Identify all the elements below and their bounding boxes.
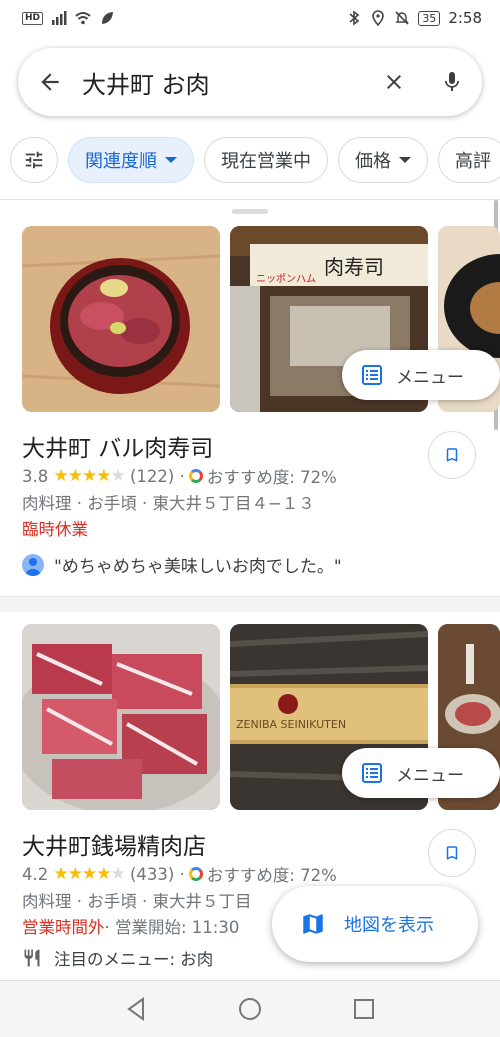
- nav-home-icon[interactable]: [238, 997, 262, 1021]
- shop-sign-text: ZENIBA SEINIKUTEN: [236, 718, 346, 731]
- recommend-score: おすすめ度: 72%: [206, 468, 337, 487]
- google-recommend-icon: [188, 867, 203, 881]
- photo-wagyu[interactable]: [22, 624, 220, 810]
- featured-menu-text: 注目のメニュー: お肉: [54, 950, 214, 969]
- hours-line: 営業時間外 · 営業開始: 11:30: [22, 914, 239, 938]
- close-icon: [387, 75, 401, 89]
- star-empty-icon: ★: [110, 466, 125, 486]
- wagyu-image: [22, 624, 220, 810]
- location-icon: [372, 10, 385, 26]
- voice-search-button[interactable]: [422, 69, 482, 95]
- bluetooth-icon: [349, 10, 360, 26]
- battery-indicator: 35: [418, 10, 441, 26]
- chip-top-rated[interactable]: 高評: [438, 137, 500, 183]
- rating-line: 4.2 ★★★★ ★ (433) · おすすめ度: 72%: [22, 864, 337, 885]
- star-icon: ★★★★: [53, 864, 112, 884]
- rating-line: 3.8 ★★★★ ★ (122) · おすすめ度: 72%: [22, 466, 337, 487]
- review-count: (122): [129, 466, 175, 486]
- status-text: 営業時間外: [22, 918, 105, 937]
- chip-label: 高評: [455, 151, 491, 172]
- mute-icon: [395, 11, 410, 25]
- rating-value: 4.2: [22, 864, 49, 884]
- show-map-label: 地図を表示: [344, 915, 434, 936]
- rating-value: 3.8: [22, 466, 49, 486]
- chip-relevance[interactable]: 関連度順: [68, 137, 194, 183]
- beef-bowl-image: [22, 226, 220, 412]
- save-button[interactable]: [428, 431, 476, 479]
- save-button[interactable]: [428, 829, 476, 877]
- results-separator: [0, 596, 500, 612]
- nav-back-icon[interactable]: [125, 997, 147, 1021]
- star-empty-icon: ★: [110, 864, 125, 884]
- bookmark-icon: [446, 448, 458, 462]
- store-sign-text: 肉寿司: [324, 255, 384, 279]
- details-line: 肉料理 · お手頃 · 東大井５丁目４−１３: [22, 494, 315, 513]
- menu-list-icon: [362, 763, 382, 783]
- photo-carousel[interactable]: ZENIBA SEINIKUTEN メニュー: [22, 624, 500, 810]
- wifi-icon: [75, 12, 91, 25]
- signal-icon: [52, 11, 67, 25]
- recommend-score: おすすめ度: 72%: [206, 866, 337, 885]
- featured-menu-line: 注目のメニュー: お肉: [22, 946, 213, 970]
- menu-label: メニュー: [396, 765, 464, 786]
- status-text: 臨時休業: [22, 520, 88, 539]
- bookmark-icon: [446, 846, 458, 860]
- show-map-button[interactable]: 地図を表示: [272, 886, 478, 962]
- menu-label: メニュー: [396, 367, 464, 388]
- chip-label: 価格: [355, 151, 391, 172]
- review-text: "めちゃめちゃ美味しいお肉でした。": [54, 557, 342, 577]
- nav-recents-icon[interactable]: [353, 998, 375, 1020]
- filter-chips: 関連度順 現在営業中 価格 高評: [10, 137, 500, 183]
- chevron-down-icon: [165, 157, 177, 163]
- search-bar[interactable]: 大井町 お肉: [18, 48, 482, 116]
- filter-settings-button[interactable]: [10, 137, 58, 183]
- review-snippet: "めちゃめちゃ美味しいお肉でした。": [22, 552, 342, 577]
- google-recommend-icon: [188, 469, 203, 483]
- menu-button[interactable]: メニュー: [342, 748, 500, 798]
- menu-list-icon: [362, 365, 382, 385]
- opening-time: · 営業開始: 11:30: [104, 918, 240, 937]
- leaf-icon: [102, 12, 114, 24]
- avatar: [22, 553, 44, 576]
- clear-button[interactable]: [366, 70, 422, 94]
- photo-carousel[interactable]: 肉寿司 ニッポンハム メニュー: [22, 226, 500, 412]
- place-name[interactable]: 大井町 バル肉寿司: [22, 429, 213, 463]
- star-icon: ★★★★: [53, 466, 112, 486]
- back-button[interactable]: [18, 69, 82, 95]
- place-name[interactable]: 大井町銭場精肉店: [22, 827, 206, 861]
- chip-label: 関連度順: [85, 151, 157, 172]
- drag-handle[interactable]: [232, 209, 268, 214]
- chip-label: 現在営業中: [221, 151, 311, 172]
- status-bar: HD 35 2:58: [0, 0, 500, 36]
- hd-indicator: HD: [22, 11, 44, 25]
- microphone-icon: [445, 72, 459, 91]
- chip-open-now[interactable]: 現在営業中: [204, 137, 328, 183]
- chip-price[interactable]: 価格: [338, 137, 428, 183]
- system-nav-bar: [0, 980, 500, 1037]
- search-input[interactable]: 大井町 お肉: [82, 65, 366, 100]
- header-divider: [0, 199, 500, 200]
- menu-button[interactable]: メニュー: [342, 350, 500, 400]
- review-count: (433): [129, 864, 175, 884]
- chevron-down-icon: [399, 157, 411, 163]
- details-line: 肉料理 · お手頃 · 東大井５丁目: [22, 892, 252, 911]
- restaurant-icon: [24, 949, 40, 967]
- photo-beef-bowl[interactable]: [22, 226, 220, 412]
- map-icon: [303, 914, 323, 934]
- clock: 2:58: [448, 9, 482, 27]
- back-arrow-icon: [41, 73, 59, 91]
- sliders-icon: [25, 151, 43, 169]
- store-sign-sub: ニッポンハム: [256, 273, 316, 285]
